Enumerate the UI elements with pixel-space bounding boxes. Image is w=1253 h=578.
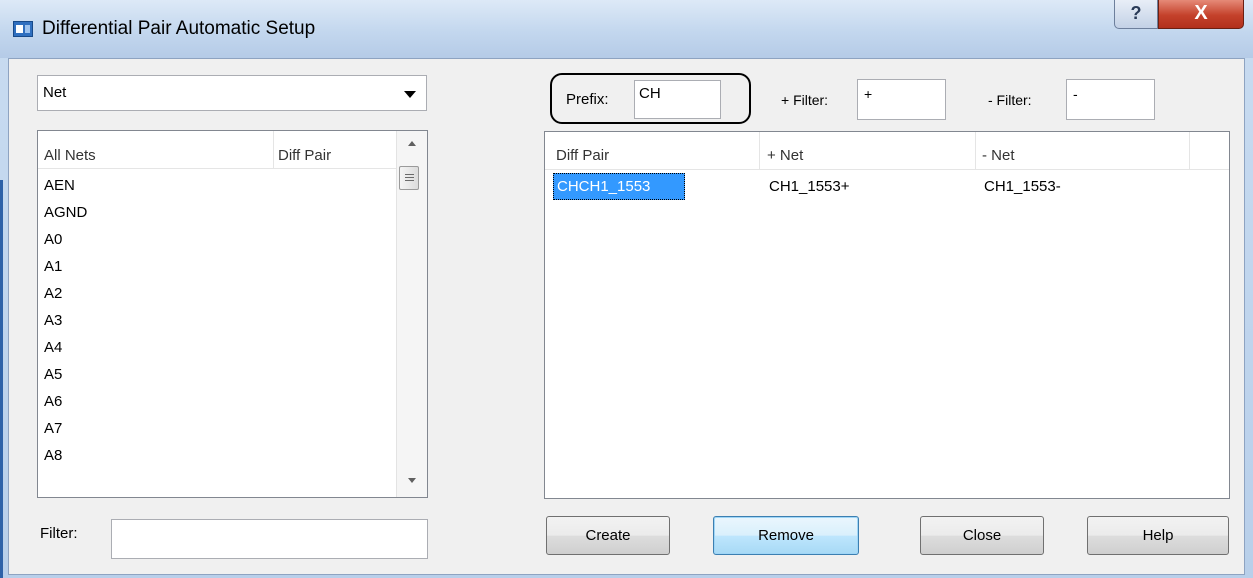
remove-button[interactable]: Remove	[713, 516, 859, 555]
list-item[interactable]: AEN	[44, 177, 87, 204]
help-caption-button[interactable]: ?	[1114, 0, 1158, 29]
plus-net-cell[interactable]: CH1_1553+	[769, 178, 849, 195]
minus-filter-value: -	[1073, 86, 1078, 102]
minus-filter-label: - Filter:	[988, 92, 1032, 108]
column-header-minus-net[interactable]: - Net	[982, 147, 1015, 164]
column-header-plus-net[interactable]: + Net	[767, 147, 803, 164]
scrollbar-thumb[interactable]	[399, 166, 419, 190]
list-item[interactable]: A2	[44, 285, 87, 312]
list-rows: AEN AGND A0 A1 A2 A3 A4 A5 A6 A7 A8	[44, 177, 87, 474]
dialog-window: Differential Pair Automatic Setup ? X Ne…	[0, 0, 1253, 578]
vertical-scrollbar[interactable]	[396, 131, 427, 497]
selected-diff-pair-cell[interactable]: CHCH1_1553	[553, 173, 685, 200]
scroll-down-arrow-icon[interactable]	[408, 478, 416, 483]
list-item[interactable]: AGND	[44, 204, 87, 231]
table-header: Diff Pair + Net - Net	[545, 132, 1229, 170]
grip-line	[405, 180, 414, 181]
close-caption-button[interactable]: X	[1158, 0, 1244, 29]
column-header-diff-pair[interactable]: Diff Pair	[556, 147, 609, 164]
app-icon	[13, 21, 33, 37]
prefix-label: Prefix:	[566, 91, 609, 108]
net-filter-input[interactable]	[111, 519, 428, 559]
grip-line	[405, 174, 414, 175]
prefix-value: CH	[639, 85, 661, 102]
window-title: Differential Pair Automatic Setup	[42, 18, 316, 39]
close-button[interactable]: Close	[920, 516, 1044, 555]
background-window-edge	[0, 180, 3, 578]
grip-line	[405, 177, 414, 178]
list-item[interactable]: A1	[44, 258, 87, 285]
plus-filter-input[interactable]: +	[857, 79, 946, 120]
close-icon: X	[1194, 2, 1208, 24]
list-item[interactable]: A8	[44, 447, 87, 474]
diff-pairs-list[interactable]: Diff Pair + Net - Net CHCH1_1553 CH1_155…	[544, 131, 1230, 499]
list-header: All Nets Diff Pair	[38, 131, 396, 169]
dialog-client-area: Net All Nets Diff Pair AEN AGND A0 A1 A2…	[8, 58, 1245, 575]
minus-filter-input[interactable]: -	[1066, 79, 1155, 120]
list-item[interactable]: A7	[44, 420, 87, 447]
list-item[interactable]: A6	[44, 393, 87, 420]
all-nets-list[interactable]: All Nets Diff Pair AEN AGND A0 A1 A2 A3 …	[37, 130, 428, 498]
filter-label: Filter:	[40, 525, 78, 542]
column-divider[interactable]	[273, 131, 274, 168]
prefix-input[interactable]: CH	[634, 80, 721, 119]
list-item[interactable]: A3	[44, 312, 87, 339]
dropdown-arrow-icon[interactable]	[404, 91, 416, 98]
combobox-value: Net	[43, 84, 67, 101]
create-button[interactable]: Create	[546, 516, 670, 555]
question-icon: ?	[1130, 3, 1142, 23]
list-item[interactable]: A4	[44, 339, 87, 366]
scroll-up-arrow-icon[interactable]	[408, 141, 416, 146]
list-item[interactable]: A0	[44, 231, 87, 258]
column-divider[interactable]	[759, 132, 760, 169]
plus-filter-value: +	[864, 86, 873, 102]
column-header-diff-pair[interactable]: Diff Pair	[278, 147, 331, 164]
list-item[interactable]: A5	[44, 366, 87, 393]
plus-filter-label: + Filter:	[781, 92, 829, 108]
minus-net-cell[interactable]: CH1_1553-	[984, 178, 1061, 195]
column-header-all-nets[interactable]: All Nets	[44, 147, 96, 164]
column-divider[interactable]	[975, 132, 976, 169]
column-divider[interactable]	[1189, 132, 1190, 169]
title-bar[interactable]: Differential Pair Automatic Setup ? X	[0, 0, 1253, 58]
help-button[interactable]: Help	[1087, 516, 1229, 555]
net-type-combobox[interactable]: Net	[37, 75, 427, 111]
